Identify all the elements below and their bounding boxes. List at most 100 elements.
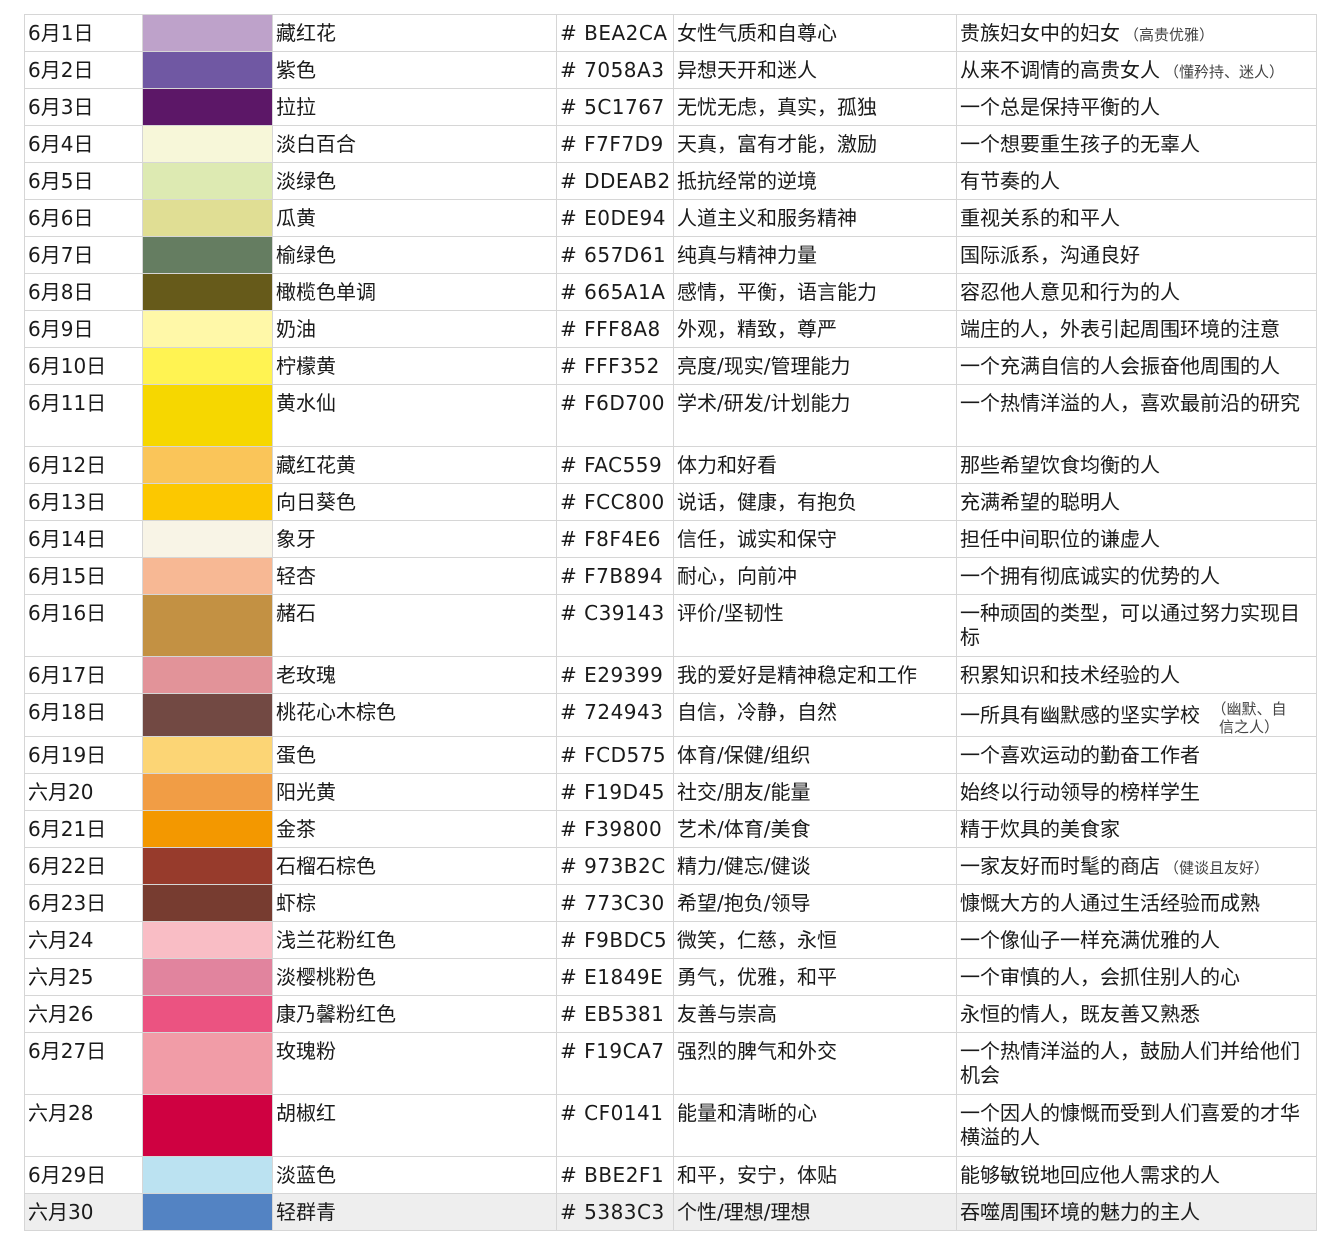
description-text: 一个像仙子一样充满优雅的人 [960, 928, 1220, 952]
color-swatch [142, 483, 273, 521]
description-cell: 始终以行动领导的榜样学生 [956, 773, 1317, 811]
color-swatch [142, 656, 273, 694]
description-text: 能够敏锐地回应他人需求的人 [960, 1163, 1220, 1187]
hex-code-cell: # 724943 [556, 693, 674, 737]
date-cell: 6月14日 [24, 520, 143, 558]
hex-code-cell: # FFF8A8 [556, 310, 674, 348]
table-row: 6月10日 柠檬黄 # FFF352 亮度/现实/管理能力 一个充满自信的人会振奋他周围… [24, 347, 1317, 385]
date-cell: 6月11日 [24, 384, 143, 447]
table-row: 6月13日 向日葵色 # FCC800 说话，健康，有抱负 充满希望的聪明人 [24, 483, 1317, 521]
hex-code-cell: # F19CA7 [556, 1032, 674, 1095]
description-note: （健谈且友好） [1164, 859, 1270, 877]
date-cell: 6月15日 [24, 557, 143, 595]
description-text: 一个总是保持平衡的人 [960, 95, 1160, 119]
description-cell: 慷慨大方的人通过生活经验而成熟 [956, 884, 1317, 922]
traits-cell: 亮度/现实/管理能力 [673, 347, 957, 385]
description-cell: 端庄的人，外表引起周围环境的注意 [956, 310, 1317, 348]
description-cell: 一个拥有彻底诚实的优势的人 [956, 557, 1317, 595]
traits-cell: 无忧无虑，真实，孤独 [673, 88, 957, 126]
color-name-cell: 康乃馨粉红色 [272, 995, 557, 1033]
description-cell: 能够敏锐地回应他人需求的人 [956, 1156, 1317, 1194]
description-cell: 吞噬周围环境的魅力的主人 [956, 1193, 1317, 1231]
traits-cell: 人道主义和服务精神 [673, 199, 957, 237]
color-swatch [142, 1094, 273, 1157]
traits-cell: 抵抗经常的逆境 [673, 162, 957, 200]
hex-code-cell: # F8F4E6 [556, 520, 674, 558]
table-row: 6月11日 黄水仙 # F6D700 学术/研发/计划能力 一个热情洋溢的人，喜欢最前沿… [24, 384, 1317, 447]
color-swatch [142, 995, 273, 1033]
color-swatch [142, 14, 273, 52]
description-note: （高贵优雅） [1124, 26, 1215, 44]
color-swatch [142, 736, 273, 774]
hex-code-cell: # F7F7D9 [556, 125, 674, 163]
traits-cell: 女性气质和自尊心 [673, 14, 957, 52]
date-cell: 6月9日 [24, 310, 143, 348]
color-swatch [142, 1032, 273, 1095]
table-row: 6月16日 赭石 # C39143 评价/坚韧性 一种顽固的类型，可以通过努力实现目标 [24, 594, 1317, 657]
color-swatch [142, 520, 273, 558]
traits-cell: 强烈的脾气和外交 [673, 1032, 957, 1095]
description-note: （幽默、自信之人） [1211, 700, 1287, 736]
color-name-cell: 紫色 [272, 51, 557, 89]
color-name-cell: 奶油 [272, 310, 557, 348]
table-row: 6月2日 紫色 # 7058A3 异想天开和迷人 从来不调情的高贵女人 （懂矜持、迷人） [24, 51, 1317, 89]
description-cell: 那些希望饮食均衡的人 [956, 446, 1317, 484]
color-swatch [142, 847, 273, 885]
hex-code-cell: # CF0141 [556, 1094, 674, 1157]
date-cell: 6月4日 [24, 125, 143, 163]
color-name-cell: 老玫瑰 [272, 656, 557, 694]
description-text: 一个审慎的人，会抓住别人的心 [960, 965, 1240, 989]
traits-cell: 艺术/体育/美食 [673, 810, 957, 848]
table-row: 6月8日 橄榄色单调 # 665A1A 感情，平衡，语言能力 容忍他人意见和行为的人 [24, 273, 1317, 311]
description-cell: 有节奏的人 [956, 162, 1317, 200]
description-text: 慷慨大方的人通过生活经验而成熟 [960, 891, 1260, 915]
color-swatch [142, 236, 273, 274]
hex-code-cell: # 657D61 [556, 236, 674, 274]
color-name-cell: 橄榄色单调 [272, 273, 557, 311]
color-swatch [142, 446, 273, 484]
color-name-cell: 淡绿色 [272, 162, 557, 200]
date-cell: 六月24 [24, 921, 143, 959]
hex-code-cell: # BEA2CA [556, 14, 674, 52]
date-cell: 6月21日 [24, 810, 143, 848]
color-swatch [142, 199, 273, 237]
color-name-cell: 金茶 [272, 810, 557, 848]
description-cell: 贵族妇女中的妇女 （高贵优雅） [956, 14, 1317, 52]
date-cell: 6月16日 [24, 594, 143, 657]
hex-code-cell: # F7B894 [556, 557, 674, 595]
traits-cell: 精力/健忘/健谈 [673, 847, 957, 885]
color-name-cell: 淡蓝色 [272, 1156, 557, 1194]
description-text: 端庄的人，外表引起周围环境的注意 [960, 317, 1280, 341]
table-row: 6月4日 淡白百合 # F7F7D9 天真，富有才能，激励 一个想要重生孩子的无辜人 [24, 125, 1317, 163]
color-name-cell: 阳光黄 [272, 773, 557, 811]
date-cell: 六月28 [24, 1094, 143, 1157]
description-cell: 一家友好而时髦的商店 （健谈且友好） [956, 847, 1317, 885]
description-text: 积累知识和技术经验的人 [960, 663, 1180, 687]
color-name-cell: 榆绿色 [272, 236, 557, 274]
description-text: 永恒的情人，既友善又熟悉 [960, 1002, 1200, 1026]
description-cell: 一个因人的慷慨而受到人们喜爱的才华横溢的人 [956, 1094, 1317, 1157]
table-row: 六月24 浅兰花粉红色 # F9BDC5 微笑，仁慈，永恒 一个像仙子一样充满优雅的人 [24, 921, 1317, 959]
description-cell: 国际派系，沟通良好 [956, 236, 1317, 274]
hex-code-cell: # F39800 [556, 810, 674, 848]
color-swatch [142, 958, 273, 996]
color-name-cell: 桃花心木棕色 [272, 693, 557, 737]
description-text: 一个想要重生孩子的无辜人 [960, 132, 1200, 156]
description-text: 从来不调情的高贵女人 [960, 58, 1160, 82]
traits-cell: 体力和好看 [673, 446, 957, 484]
date-cell: 6月6日 [24, 199, 143, 237]
description-cell: 积累知识和技术经验的人 [956, 656, 1317, 694]
date-cell: 6月29日 [24, 1156, 143, 1194]
color-name-cell: 胡椒红 [272, 1094, 557, 1157]
hex-code-cell: # F9BDC5 [556, 921, 674, 959]
date-cell: 6月2日 [24, 51, 143, 89]
color-swatch [142, 310, 273, 348]
table-row: 6月23日 虾棕 # 773C30 希望/抱负/领导 慷慨大方的人通过生活经验而成熟 [24, 884, 1317, 922]
table-row: 六月25 淡樱桃粉色 # E1849E 勇气，优雅，和平 一个审慎的人，会抓住别人的心 [24, 958, 1317, 996]
table-row: 6月9日 奶油 # FFF8A8 外观，精致，尊严 端庄的人，外表引起周围环境的注意 [24, 310, 1317, 348]
traits-cell: 评价/坚韧性 [673, 594, 957, 657]
description-cell: 一个喜欢运动的勤奋工作者 [956, 736, 1317, 774]
description-cell: 从来不调情的高贵女人 （懂矜持、迷人） [956, 51, 1317, 89]
date-cell: 六月30 [24, 1193, 143, 1231]
birthday-color-table: 6月1日 藏红花 # BEA2CA 女性气质和自尊心 贵族妇女中的妇女 （高贵优雅） 6月2… [24, 14, 1317, 1231]
